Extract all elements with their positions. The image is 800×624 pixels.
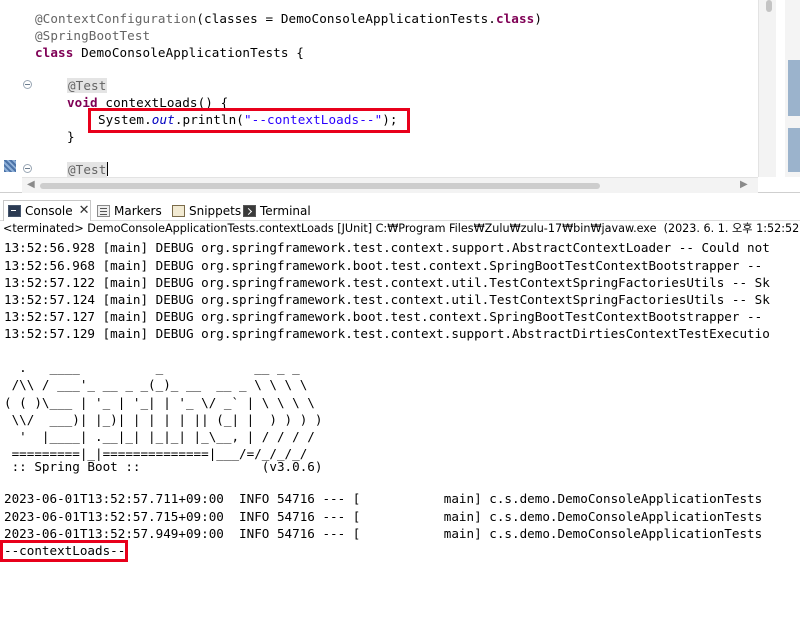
annotation: @SpringBootTest [35, 28, 151, 43]
banner-line: ( ( )\___ | '_ | '_| | '_ \/ _` | \ \ \ … [4, 395, 315, 410]
annotation: @Test [67, 162, 108, 177]
editor-gutter [0, 0, 32, 177]
fold-toggle-icon[interactable] [23, 164, 32, 173]
console-line: 2023-06-01T13:52:57.711+09:00 INFO 54716… [4, 491, 763, 506]
console-icon [8, 205, 21, 217]
console-launch-info: <terminated> DemoConsoleApplicationTests… [3, 222, 800, 235]
highlight-box [0, 540, 128, 562]
annotation: @Test [67, 78, 108, 93]
tab-snippets[interactable]: Snippets [172, 200, 241, 221]
highlight-box [88, 108, 410, 133]
console-line: 13:52:57.127 [main] DEBUG org.springfram… [4, 309, 763, 324]
code-text: DemoConsoleApplicationTests { [73, 45, 304, 60]
close-icon[interactable]: ✕ [79, 201, 90, 221]
console-line: 13:52:57.122 [main] DEBUG org.springfram… [4, 275, 770, 290]
code-line[interactable]: @Test [67, 77, 108, 94]
code-text: } [67, 129, 75, 144]
overview-ruler[interactable] [785, 0, 800, 177]
annotation: @ContextConfiguration [35, 11, 197, 26]
fold-toggle-icon[interactable] [23, 80, 32, 89]
tab-label: Snippets [189, 203, 242, 218]
overview-ruler-mark[interactable] [788, 60, 800, 116]
breakpoint-marker-icon[interactable] [4, 160, 16, 172]
terminal-icon [243, 204, 256, 217]
keyword: class [35, 45, 74, 60]
tab-label: Console [25, 204, 73, 218]
editor-vertical-scrollbar[interactable] [758, 0, 776, 177]
console-line: 2023-06-01T13:52:57.715+09:00 INFO 54716… [4, 509, 763, 524]
scrollbar-thumb[interactable] [766, 0, 772, 12]
code-line[interactable]: @ContextConfiguration(classes = DemoCons… [35, 10, 542, 27]
banner-version-line: :: Spring Boot :: (v3.0.6) [4, 459, 323, 474]
tab-terminal[interactable]: Terminal [243, 200, 311, 221]
view-tab-bar: Console ✕ Markers Snippets Terminal [0, 200, 800, 221]
text-caret [107, 162, 109, 176]
scroll-right-icon[interactable]: ▶ [740, 179, 748, 190]
console-line: 13:52:57.129 [main] DEBUG org.springfram… [4, 326, 770, 341]
tab-label: Terminal [260, 203, 311, 218]
code-line[interactable]: } [67, 128, 75, 145]
editor-horizontal-scrollbar[interactable]: ◀ ▶ [22, 177, 758, 193]
tab-label: Markers [114, 203, 162, 218]
banner-line: \\/ ___)| |_)| | | | | || (_| | ) ) ) ) [4, 412, 323, 427]
tab-console[interactable]: Console ✕ [3, 200, 91, 221]
banner-line: /\\ / ___'_ __ _ _(_)_ __ __ _ \ \ \ \ [4, 377, 308, 392]
code-line[interactable]: class DemoConsoleApplicationTests { [35, 44, 304, 61]
banner-line: . ____ _ __ _ _ [4, 360, 300, 375]
console-line: 13:52:57.124 [main] DEBUG org.springfram… [4, 292, 770, 307]
tab-markers[interactable]: Markers [97, 200, 162, 221]
markers-icon [97, 204, 110, 217]
code-text: ) [534, 11, 543, 26]
code-line[interactable]: @SpringBootTest [35, 27, 150, 44]
scroll-left-icon[interactable]: ◀ [27, 179, 35, 190]
console-output[interactable]: 13:52:56.928 [main] DEBUG org.springfram… [0, 237, 800, 624]
console-line: 13:52:56.928 [main] DEBUG org.springfram… [4, 240, 770, 255]
code-text: (classes = DemoConsoleApplicationTests. [196, 11, 496, 26]
scrollbar-thumb[interactable] [40, 183, 600, 189]
console-line: 13:52:56.968 [main] DEBUG org.springfram… [4, 258, 763, 273]
code-editor[interactable]: @ContextConfiguration(classes = DemoCons… [0, 0, 800, 193]
keyword: class [495, 11, 535, 26]
overview-ruler-mark[interactable] [788, 128, 800, 172]
code-line[interactable]: @Test [67, 161, 109, 178]
banner-line: ' |____| .__|_| |_|_| |_\__, | / / / / [4, 429, 315, 444]
snippets-icon [172, 204, 185, 217]
